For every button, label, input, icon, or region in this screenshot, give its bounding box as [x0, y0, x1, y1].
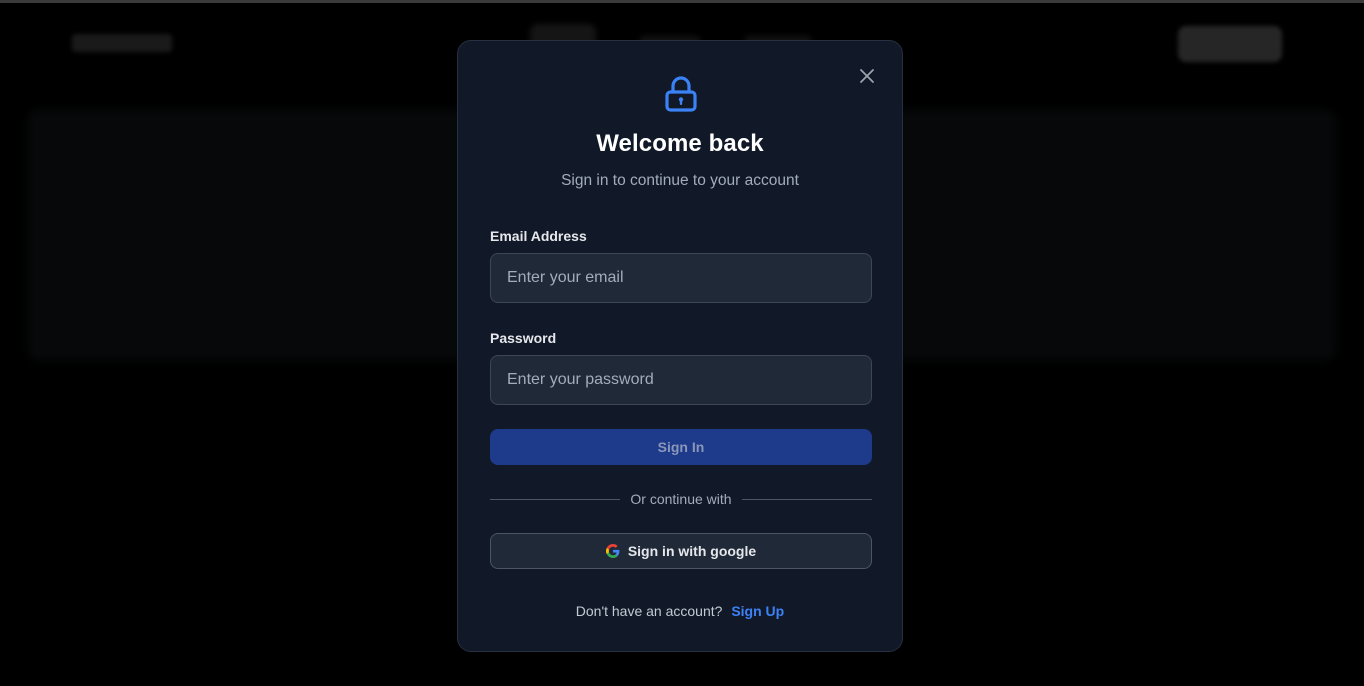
background-header-button — [1178, 26, 1282, 62]
signup-prompt-text: Don't have an account? — [575, 603, 723, 619]
lock-icon — [664, 75, 698, 113]
signup-link[interactable]: Sign Up — [731, 603, 784, 619]
email-label: Email Address — [490, 228, 587, 244]
password-label: Password — [490, 330, 557, 346]
modal-subtitle: Sign in to continue to your account — [561, 172, 799, 189]
password-field[interactable] — [490, 355, 872, 405]
modal-title: Welcome back — [596, 130, 764, 157]
signin-button[interactable]: Sign In — [490, 429, 872, 465]
google-icon — [605, 544, 620, 558]
signin-modal: Welcome back Sign in to continue to your… — [457, 40, 903, 652]
signup-prompt: Don't have an account? Sign Up — [458, 603, 902, 619]
google-signin-button[interactable]: Sign in with google — [490, 533, 872, 569]
divider-line-right — [742, 499, 872, 500]
divider: Or continue with — [490, 491, 872, 507]
google-signin-label: Sign in with google — [627, 543, 757, 559]
close-icon[interactable] — [858, 67, 876, 85]
email-field[interactable] — [490, 253, 872, 303]
background-logo — [72, 34, 172, 52]
